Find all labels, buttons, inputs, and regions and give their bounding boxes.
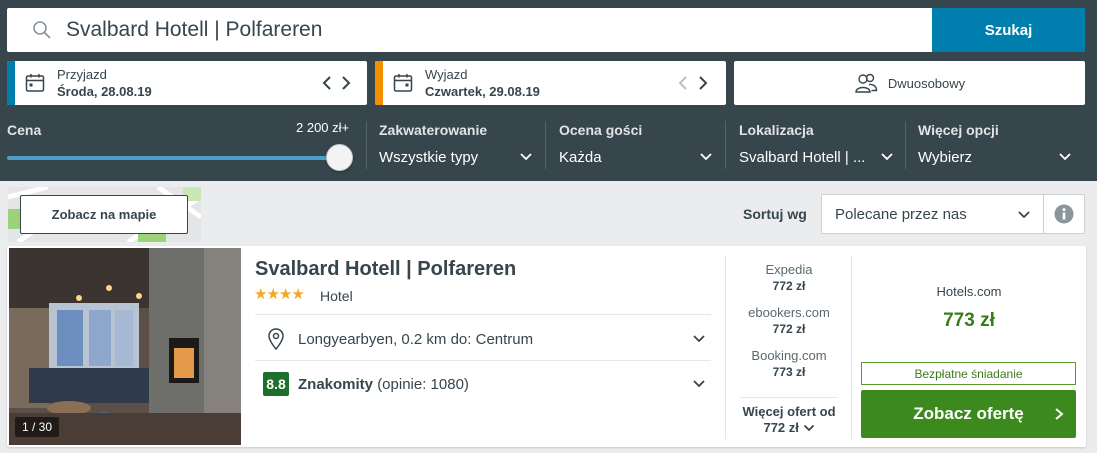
price-slider-track[interactable] [7,156,343,160]
chevron-down-icon[interactable] [519,152,533,162]
sort-dropdown-value: Polecane przez nas [835,206,967,223]
view-deal-label: Zobacz ofertę [913,404,1024,423]
divider [255,314,711,315]
price-filter-label: Cena [7,122,42,138]
best-price[interactable]: 773 zł [863,310,1075,332]
checkin-date-picker[interactable]: Przyjazd Środa, 28.08.19 [7,61,367,105]
rating-text: Znakomity (opinie: 1080) [298,376,469,393]
free-breakfast-badge: Bezpłatne śniadanie [861,362,1076,385]
checkout-stripe [375,61,383,105]
chevron-left-icon[interactable] [676,73,690,93]
rating-word: Znakomity [298,376,374,393]
checkin-value: Środa, 28.08.19 [57,84,152,99]
provider-offer[interactable]: Expedia 772 zł [740,262,838,293]
search-query: Svalbard Hotell | Polfareren [66,18,323,41]
filter-divider [905,121,906,169]
chevron-down-icon [693,335,705,343]
view-on-map-button[interactable]: Zobacz na mapie [20,195,188,234]
view-deal-button[interactable]: Zobacz ofertę [861,390,1076,438]
provider-name: Booking.com [751,348,827,363]
location-filter-value[interactable]: Svalbard Hotell | ... [739,149,865,166]
room-type-selector[interactable]: Dwuosobowy [734,61,1085,105]
more-options-filter-value[interactable]: Wybierz [918,149,972,166]
more-offers-price-row: 772 zł [740,420,838,436]
provider-name: Expedia [765,262,813,277]
rating-reviews: (opinie: 1080) [377,376,469,393]
sort-info-button[interactable] [1044,194,1085,234]
chevron-right-icon [1055,408,1064,420]
checkin-stripe [7,61,15,105]
chevron-down-icon[interactable] [699,152,713,162]
more-offers-button[interactable]: Więcej ofert od 772 zł [740,404,838,436]
search-header: Svalbard Hotell | Polfareren Szukaj Przy… [0,0,1097,181]
star-rating-icon: ★★★★ [254,286,305,303]
chevron-right-icon[interactable] [339,73,353,93]
search-button[interactable]: Szukaj [932,8,1085,52]
more-offers-label: Więcej ofert od [742,404,836,419]
filter-divider [725,121,726,169]
calendar-icon [393,74,413,92]
accommodation-filter-label: Zakwaterowanie [379,122,488,138]
hotel-name[interactable]: Svalbard Hotell | Polfareren [255,258,516,281]
chevron-down-icon[interactable] [1058,152,1072,162]
search-icon [33,21,51,39]
sort-dropdown[interactable]: Polecane przez nas [821,194,1044,234]
best-provider-name: Hotels.com [936,284,1002,299]
hotel-lounge-image [9,248,241,445]
divider [740,397,838,398]
provider-offer[interactable]: Booking.com 773 zł [740,348,838,379]
search-input[interactable]: Svalbard Hotell | Polfareren [7,8,932,52]
column-divider [725,256,726,439]
location-text: Longyearbyen, 0.2 km do: Centrum [298,331,534,348]
accommodation-filter-value[interactable]: Wszystkie typy [379,149,478,166]
people-icon [855,73,878,93]
column-divider [851,256,852,439]
provider-name: ebookers.com [748,305,830,320]
map-pin-icon [268,328,284,350]
hotel-result-card: 1 / 30 Svalbard Hotell | Polfareren ★★★★… [7,246,1086,447]
room-type-label: Dwuosobowy [887,75,966,91]
checkout-label: Wyjazd [425,67,468,82]
divider [255,360,711,361]
chevron-down-icon [803,424,814,432]
provider-price: 772 zł [772,279,806,293]
price-max-label: 2 200 zł+ [296,120,350,135]
sort-label: Sortuj wg [743,206,807,222]
chevron-down-icon [1018,211,1030,219]
filter-divider [545,121,546,169]
more-offers-price: 772 zł [763,420,799,435]
filter-divider [366,121,367,169]
guest-rating-filter-label: Ocena gości [559,122,643,138]
chevron-down-icon[interactable] [880,152,894,162]
provider-price: 772 zł [772,322,806,336]
chevron-right-icon[interactable] [696,73,710,93]
chevron-down-icon [693,380,705,388]
photo-counter: 1 / 30 [15,417,60,437]
more-options-filter-label: Więcej opcji [918,122,999,138]
rating-row[interactable]: 8.8 Znakomity (opinie: 1080) [255,371,711,397]
checkout-value: Czwartek, 29.08.19 [425,84,540,99]
info-icon [1054,204,1074,224]
rating-score-badge: 8.8 [263,372,289,396]
location-filter-label: Lokalizacja [739,122,814,138]
location-row[interactable]: Longyearbyen, 0.2 km do: Centrum [255,326,711,352]
hotel-photo[interactable]: 1 / 30 [9,248,241,445]
provider-price: 773 zł [772,365,806,379]
price-slider-handle[interactable] [326,144,353,171]
calendar-icon [25,74,45,92]
provider-offer[interactable]: ebookers.com 772 zł [740,305,838,336]
hotel-type: Hotel [320,288,353,304]
guest-rating-filter-value[interactable]: Każda [559,149,602,166]
checkin-label: Przyjazd [57,67,107,82]
checkout-date-picker[interactable]: Wyjazd Czwartek, 29.08.19 [375,61,726,105]
chevron-left-icon[interactable] [320,73,334,93]
